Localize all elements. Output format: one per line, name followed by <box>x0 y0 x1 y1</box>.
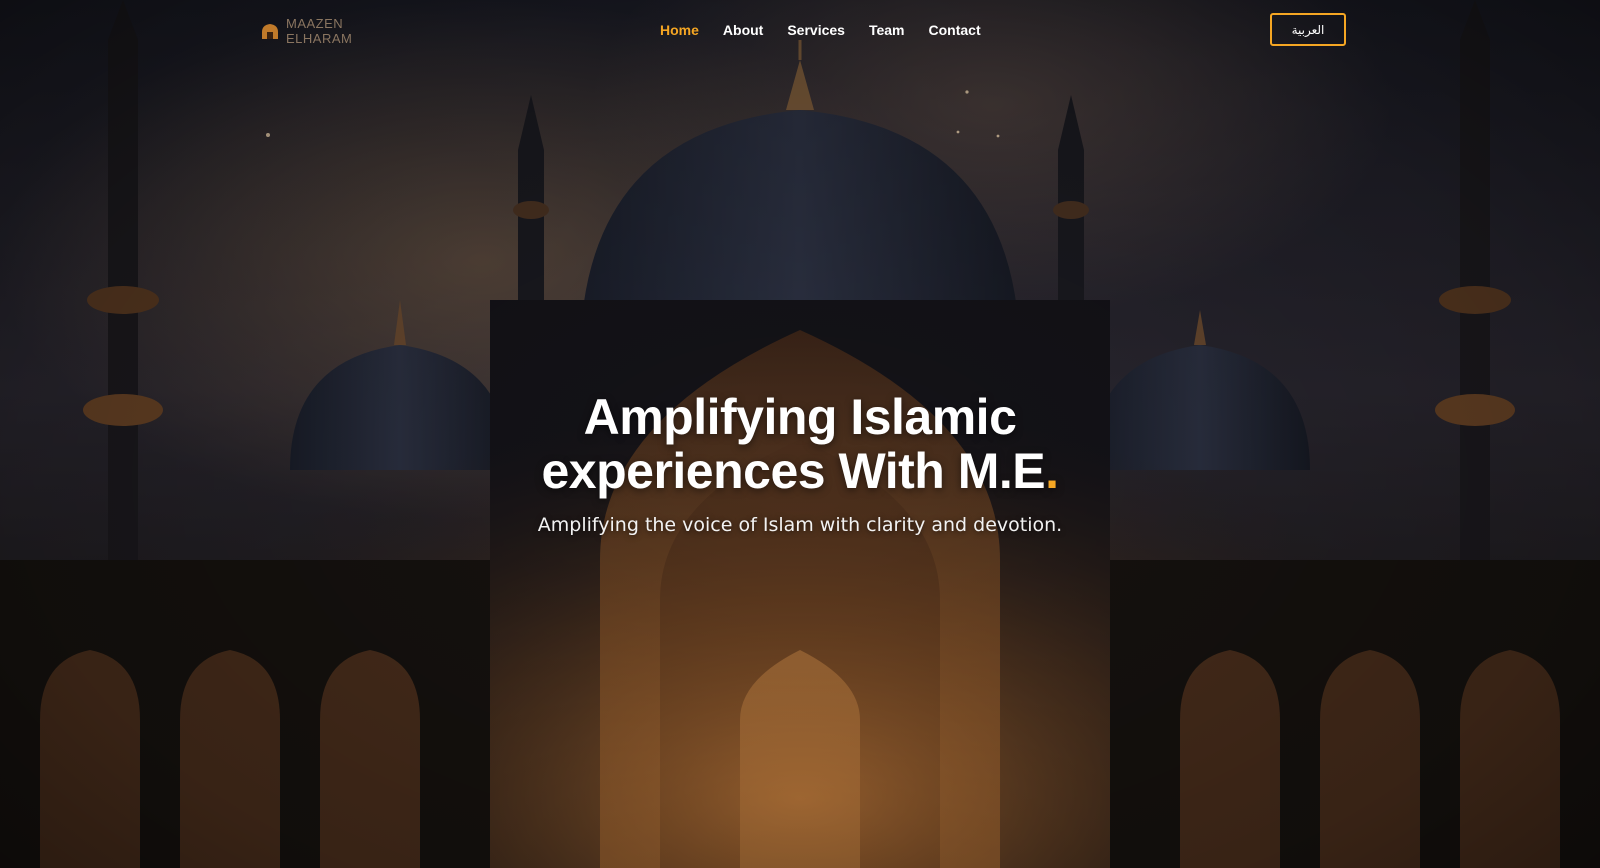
nav-services[interactable]: Services <box>787 20 845 40</box>
top-navbar: MAAZEN ELHARAM Home About Services Team … <box>0 0 1600 62</box>
hero-title-accent-dot: . <box>1045 443 1059 499</box>
nav-home[interactable]: Home <box>660 20 699 40</box>
brand-name-line2: ELHARAM <box>286 31 353 46</box>
hero-section: MAAZEN ELHARAM Home About Services Team … <box>0 0 1600 868</box>
mosque-logo-icon <box>262 24 278 39</box>
hero-title-line2: experiences With M.E <box>541 443 1046 499</box>
hero-title: Amplifying Islamic experiences With M.E. <box>400 390 1200 498</box>
brand-name-line1: MAAZEN <box>286 16 344 31</box>
brand-name: MAAZEN ELHARAM <box>286 16 352 46</box>
hero-title-line1: Amplifying Islamic <box>583 389 1017 445</box>
language-toggle-button[interactable]: العربية <box>1270 13 1346 46</box>
brand-logo[interactable]: MAAZEN ELHARAM <box>260 14 352 48</box>
nav-team[interactable]: Team <box>869 20 905 40</box>
nav-contact[interactable]: Contact <box>929 20 981 40</box>
main-nav: Home About Services Team Contact <box>660 20 1005 40</box>
hero-subtitle: Amplifying the voice of Islam with clari… <box>537 514 1063 536</box>
nav-about[interactable]: About <box>723 20 763 40</box>
hero-content: Amplifying Islamic experiences With M.E.… <box>400 390 1200 538</box>
